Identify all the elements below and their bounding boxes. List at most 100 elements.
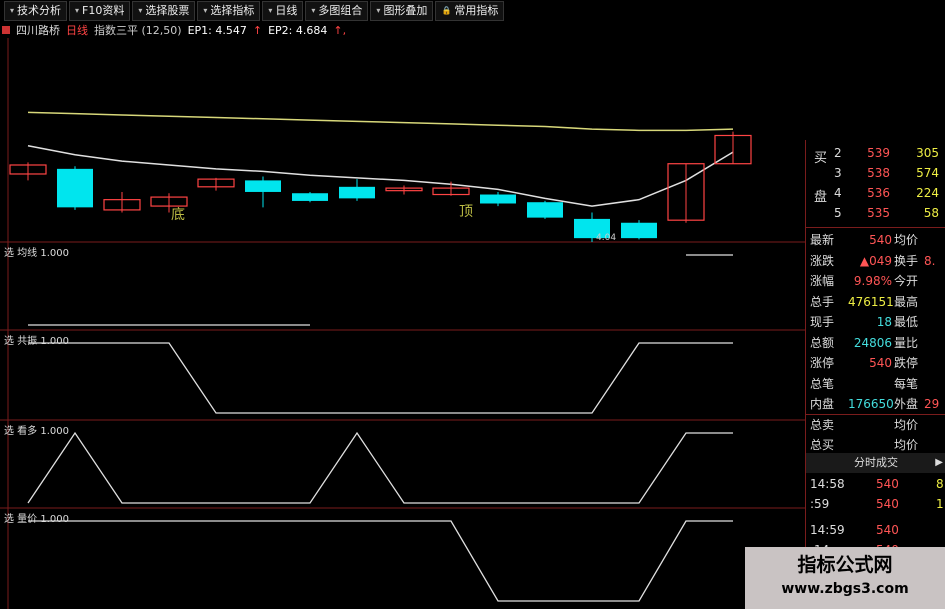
order-price: 536: [867, 186, 890, 200]
stat-label-2: 最高: [894, 294, 919, 309]
tick-extra: 8: [936, 477, 944, 491]
candle-body: [527, 202, 563, 218]
dropdown-icon: ▾: [75, 6, 80, 15]
order-level: 2: [834, 146, 842, 160]
tick-row[interactable]: 14:59 540: [806, 520, 945, 540]
tick-panel-header[interactable]: 分时成交 ▶: [806, 453, 945, 473]
dropdown-icon: ▾: [311, 6, 316, 15]
stat-label-2: 跌停: [894, 356, 919, 370]
indicator-name[interactable]: 指数三平 (12,50): [94, 22, 182, 38]
stat-row: 总额 24806 量比: [806, 333, 945, 353]
tick-time: :59: [810, 497, 830, 511]
stat-label-2: 均价: [894, 417, 919, 432]
order-volume: 305: [916, 146, 939, 160]
candle-body: [245, 180, 281, 192]
stat-label: 总买: [810, 438, 835, 452]
stat-value: 176650: [848, 397, 894, 411]
dropdown-icon: ▾: [10, 6, 15, 15]
toolbar-button-label: 日线: [275, 4, 298, 17]
stat-label-2: 每笔: [894, 376, 919, 391]
stat-label-2: 均价: [894, 438, 919, 452]
candle-body: [339, 186, 375, 199]
tick-time: 14:58: [810, 477, 845, 491]
stat-value: 540: [869, 233, 892, 247]
watermark-url: www.zbgs3.com: [781, 581, 909, 597]
toolbar-button-label: 选择指标: [210, 4, 255, 17]
dropdown-icon: ▾: [203, 6, 208, 15]
toolbar-button-label: 常用指标: [454, 4, 499, 17]
toolbar-button[interactable]: ▾ 日线: [262, 1, 304, 21]
tick-time: 14:59: [810, 523, 845, 537]
dropdown-icon: ▾: [138, 6, 143, 15]
dropdown-icon: ▾: [376, 6, 381, 15]
stat-label: 涨幅: [810, 274, 835, 288]
quote-panel: 买 盘 2 539 305 3 538 574 4 536 224 5 535 58 最新 540 均价涨…: [805, 140, 945, 609]
order-level: 5: [834, 206, 842, 220]
toolbar-button[interactable]: ▾ 图形叠加: [370, 1, 434, 21]
tick-price: 540: [876, 477, 899, 491]
lock-icon: 🔒: [441, 6, 452, 15]
order-book-row[interactable]: 3 538 574: [806, 164, 945, 183]
tick-price: 540: [876, 497, 899, 511]
order-volume: 224: [916, 186, 939, 200]
candle-body: [57, 168, 93, 208]
toolbar-button[interactable]: ▾ 技术分析: [4, 1, 68, 21]
stat-row: 内盘 176650 外盘 29: [806, 394, 945, 414]
stat-row: 总卖 均价: [806, 415, 945, 435]
ep2-value: EP2: 4.684: [268, 23, 328, 37]
toolbar-button-label: 图形叠加: [383, 4, 428, 17]
ep2-arrow-icon: ↑,: [333, 23, 347, 37]
stat-label: 内盘: [810, 397, 835, 411]
stat-row: 总手 476151 最高: [806, 292, 945, 312]
signal-line: [28, 520, 733, 602]
signal-line: [27, 431, 733, 504]
stat-label: 涨跌: [810, 253, 835, 268]
order-price: 538: [867, 166, 890, 180]
toolbar-button[interactable]: ▾ 选择指标: [197, 1, 261, 21]
stat-row: 现手 18 最低: [806, 312, 945, 332]
stock-name[interactable]: 四川路桥: [16, 22, 60, 38]
stat-value-2: 29: [924, 397, 940, 411]
annotation-price-mark: 4.04: [596, 233, 616, 243]
order-book-row[interactable]: 2 539 305: [806, 144, 945, 163]
chart-svg[interactable]: 底 顶 4.04: [0, 38, 805, 609]
stat-row: 总买 均价: [806, 435, 945, 455]
tick-row[interactable]: :59 540 1: [806, 494, 945, 514]
order-volume: 574: [916, 166, 939, 180]
tick-panel-title: 分时成交: [854, 456, 898, 469]
watermark: 指标公式网 www.zbgs3.com: [745, 547, 945, 609]
tick-extra: 1: [936, 497, 944, 511]
watermark-title: 指标公式网: [797, 554, 893, 576]
period-label[interactable]: 日线: [66, 22, 88, 38]
tick-row[interactable]: 14:58 540 8: [806, 474, 945, 494]
toolbar-button[interactable]: ▾ F10资料: [69, 1, 131, 21]
stat-row: 涨幅 9.98% 今开: [806, 271, 945, 291]
toolbar: ▾ 技术分析 ▾ F10资料 ▾ 选择股票 ▾ 选择指标 ▾ 日线 ▾ 多图组合 ▾ 图形叠加 🔒 常用指标: [0, 0, 945, 22]
panel-label-junxian: 选 均线 1.000: [4, 248, 69, 259]
stat-label-2: 量比: [894, 335, 919, 350]
ma-short-line: [27, 145, 734, 207]
expand-arrow-icon[interactable]: ▶: [935, 453, 943, 473]
toolbar-button[interactable]: ▾ 多图组合: [305, 1, 369, 21]
divider: [806, 227, 945, 228]
stat-label: 总卖: [810, 417, 835, 432]
toolbar-button-label: 技术分析: [17, 4, 62, 17]
stat-value: 476151: [848, 294, 894, 309]
chart-area[interactable]: 底顶 4.04 选 均线 1.000 选 共振 1.000 选 看多 1.000 …: [0, 38, 805, 609]
order-book-row[interactable]: 4 536 224: [806, 184, 945, 203]
ma-long-line: [27, 111, 734, 132]
order-book-row[interactable]: 5 535 58: [806, 204, 945, 223]
order-price: 535: [867, 206, 890, 220]
stock-marker-icon: [2, 26, 10, 34]
stat-row: 最新 540 均价: [806, 230, 945, 250]
dropdown-icon: ▾: [268, 6, 273, 15]
panel-label-gongzhen: 选 共振 1.000: [4, 336, 69, 347]
stat-label: 总笔: [810, 376, 835, 391]
stat-label: 现手: [810, 315, 835, 329]
toolbar-button-label: F10资料: [82, 4, 125, 17]
tick-price: 540: [876, 523, 899, 537]
stat-value: 540: [869, 356, 892, 370]
toolbar-button[interactable]: 🔒 常用指标: [435, 1, 505, 21]
toolbar-button[interactable]: ▾ 选择股票: [132, 1, 196, 21]
signal-line: [28, 342, 733, 414]
